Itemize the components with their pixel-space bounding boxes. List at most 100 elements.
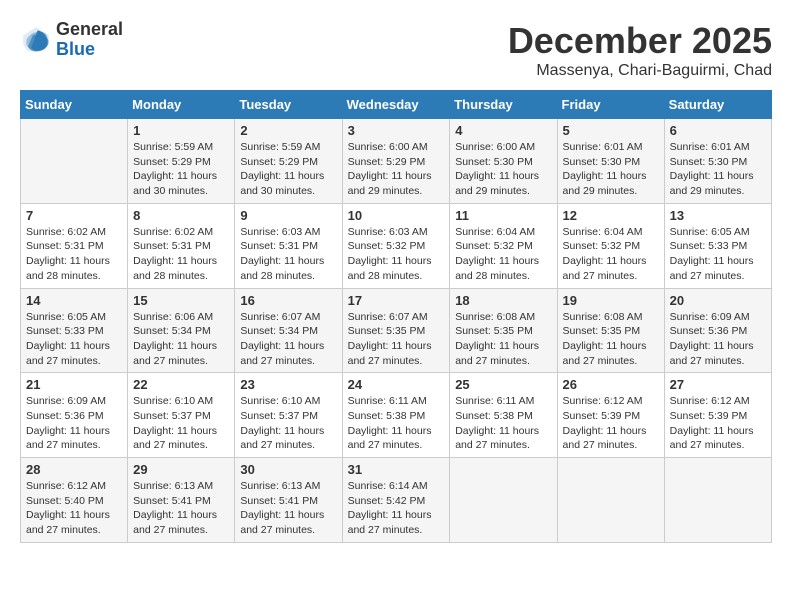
calendar-week-row: 21Sunrise: 6:09 AM Sunset: 5:36 PM Dayli…: [21, 373, 772, 458]
calendar-cell: 11 Sunrise: 6:04 AM Sunset: 5:32 PM Dayli…: [450, 203, 557, 288]
day-info: Sunrise: 6:01 AM Sunset: 5:30 PM Dayligh…: [563, 140, 659, 199]
day-info: Sunrise: 6:13 AM Sunset: 5:41 PM Dayligh…: [133, 479, 229, 538]
day-info: Sunrise: 6:11 AM Sunset: 5:38 PM Dayligh…: [348, 394, 445, 453]
calendar-cell: 15Sunrise: 6:06 AM Sunset: 5:34 PM Dayli…: [128, 288, 235, 373]
day-number: 27: [670, 377, 766, 392]
day-number: 11: [455, 208, 551, 223]
calendar-week-row: 28 Sunrise: 6:12 AM Sunset: 5:40 PM Dayli…: [21, 458, 772, 543]
header-row: SundayMondayTuesdayWednesdayThursdayFrid…: [21, 91, 772, 119]
day-info: Sunrise: 6:04 AM Sunset: 5:32 PM Dayligh…: [455, 225, 551, 284]
calendar-cell: 16 Sunrise: 6:07 AM Sunset: 5:34 PM Dayli…: [235, 288, 342, 373]
calendar-cell: [557, 458, 664, 543]
calendar-cell: 5 Sunrise: 6:01 AM Sunset: 5:30 PM Daylig…: [557, 119, 664, 204]
calendar-cell: [664, 458, 771, 543]
day-number: 17: [348, 293, 445, 308]
day-number: 25: [455, 377, 551, 392]
day-info: Sunrise: 6:12 AM Sunset: 5:40 PM Dayligh…: [26, 479, 122, 538]
calendar-cell: 23 Sunrise: 6:10 AM Sunset: 5:37 PM Dayli…: [235, 373, 342, 458]
weekday-header: Sunday: [21, 91, 128, 119]
calendar-cell: 21Sunrise: 6:09 AM Sunset: 5:36 PM Dayli…: [21, 373, 128, 458]
day-number: 28: [26, 462, 122, 477]
day-number: 1: [133, 123, 229, 138]
calendar-cell: 14 Sunrise: 6:05 AM Sunset: 5:33 PM Dayli…: [21, 288, 128, 373]
calendar-cell: 28 Sunrise: 6:12 AM Sunset: 5:40 PM Dayli…: [21, 458, 128, 543]
calendar-cell: 26Sunrise: 6:12 AM Sunset: 5:39 PM Dayli…: [557, 373, 664, 458]
calendar-cell: 31 Sunrise: 6:14 AM Sunset: 5:42 PM Dayli…: [342, 458, 450, 543]
weekday-header: Friday: [557, 91, 664, 119]
calendar-body: 1 Sunrise: 5:59 AM Sunset: 5:29 PM Daylig…: [21, 119, 772, 543]
location-title: Massenya, Chari-Baguirmi, Chad: [508, 62, 772, 80]
day-number: 24: [348, 377, 445, 392]
day-number: 29: [133, 462, 229, 477]
day-number: 7: [26, 208, 122, 223]
calendar-cell: 12 Sunrise: 6:04 AM Sunset: 5:32 PM Dayli…: [557, 203, 664, 288]
day-info: Sunrise: 6:11 AM Sunset: 5:38 PM Dayligh…: [455, 394, 551, 453]
calendar-week-row: 7 Sunrise: 6:02 AM Sunset: 5:31 PM Daylig…: [21, 203, 772, 288]
weekday-header: Tuesday: [235, 91, 342, 119]
calendar-table: SundayMondayTuesdayWednesdayThursdayFrid…: [20, 90, 772, 543]
day-number: 8: [133, 208, 229, 223]
day-info: Sunrise: 6:02 AM Sunset: 5:31 PM Dayligh…: [133, 225, 229, 284]
page-header: General Blue December 2025 Massenya, Cha…: [20, 20, 772, 80]
day-number: 31: [348, 462, 445, 477]
day-info: Sunrise: 6:10 AM Sunset: 5:37 PM Dayligh…: [240, 394, 336, 453]
month-title: December 2025: [508, 20, 772, 62]
day-number: 9: [240, 208, 336, 223]
calendar-cell: 10 Sunrise: 6:03 AM Sunset: 5:32 PM Dayli…: [342, 203, 450, 288]
day-info: Sunrise: 6:07 AM Sunset: 5:35 PM Dayligh…: [348, 310, 445, 369]
day-number: 16: [240, 293, 336, 308]
day-info: Sunrise: 6:03 AM Sunset: 5:31 PM Dayligh…: [240, 225, 336, 284]
day-info: Sunrise: 6:09 AM Sunset: 5:36 PM Dayligh…: [670, 310, 766, 369]
calendar-header: SundayMondayTuesdayWednesdayThursdayFrid…: [21, 91, 772, 119]
calendar-cell: 22 Sunrise: 6:10 AM Sunset: 5:37 PM Dayli…: [128, 373, 235, 458]
calendar-cell: 9 Sunrise: 6:03 AM Sunset: 5:31 PM Daylig…: [235, 203, 342, 288]
day-info: Sunrise: 6:05 AM Sunset: 5:33 PM Dayligh…: [670, 225, 766, 284]
day-number: 13: [670, 208, 766, 223]
day-number: 18: [455, 293, 551, 308]
day-info: Sunrise: 6:03 AM Sunset: 5:32 PM Dayligh…: [348, 225, 445, 284]
calendar-cell: 27 Sunrise: 6:12 AM Sunset: 5:39 PM Dayli…: [664, 373, 771, 458]
calendar-cell: 18Sunrise: 6:08 AM Sunset: 5:35 PM Dayli…: [450, 288, 557, 373]
calendar-cell: 20 Sunrise: 6:09 AM Sunset: 5:36 PM Dayli…: [664, 288, 771, 373]
calendar-cell: [21, 119, 128, 204]
day-info: Sunrise: 6:12 AM Sunset: 5:39 PM Dayligh…: [670, 394, 766, 453]
day-info: Sunrise: 6:10 AM Sunset: 5:37 PM Dayligh…: [133, 394, 229, 453]
day-number: 23: [240, 377, 336, 392]
calendar-cell: 19Sunrise: 6:08 AM Sunset: 5:35 PM Dayli…: [557, 288, 664, 373]
day-number: 12: [563, 208, 659, 223]
calendar-cell: 13 Sunrise: 6:05 AM Sunset: 5:33 PM Dayli…: [664, 203, 771, 288]
day-info: Sunrise: 5:59 AM Sunset: 5:29 PM Dayligh…: [133, 140, 229, 199]
calendar-cell: 6Sunrise: 6:01 AM Sunset: 5:30 PM Daylig…: [664, 119, 771, 204]
calendar-cell: 29 Sunrise: 6:13 AM Sunset: 5:41 PM Dayli…: [128, 458, 235, 543]
day-number: 14: [26, 293, 122, 308]
weekday-header: Monday: [128, 91, 235, 119]
calendar-cell: 1 Sunrise: 5:59 AM Sunset: 5:29 PM Daylig…: [128, 119, 235, 204]
calendar-cell: 7 Sunrise: 6:02 AM Sunset: 5:31 PM Daylig…: [21, 203, 128, 288]
day-info: Sunrise: 6:07 AM Sunset: 5:34 PM Dayligh…: [240, 310, 336, 369]
day-info: Sunrise: 6:00 AM Sunset: 5:29 PM Dayligh…: [348, 140, 445, 199]
day-number: 10: [348, 208, 445, 223]
day-number: 22: [133, 377, 229, 392]
day-info: Sunrise: 6:02 AM Sunset: 5:31 PM Dayligh…: [26, 225, 122, 284]
day-info: Sunrise: 6:04 AM Sunset: 5:32 PM Dayligh…: [563, 225, 659, 284]
day-number: 15: [133, 293, 229, 308]
calendar-week-row: 1 Sunrise: 5:59 AM Sunset: 5:29 PM Daylig…: [21, 119, 772, 204]
day-info: Sunrise: 6:05 AM Sunset: 5:33 PM Dayligh…: [26, 310, 122, 369]
day-info: Sunrise: 6:14 AM Sunset: 5:42 PM Dayligh…: [348, 479, 445, 538]
calendar-cell: 24 Sunrise: 6:11 AM Sunset: 5:38 PM Dayli…: [342, 373, 450, 458]
calendar-cell: 3 Sunrise: 6:00 AM Sunset: 5:29 PM Daylig…: [342, 119, 450, 204]
day-info: Sunrise: 6:13 AM Sunset: 5:41 PM Dayligh…: [240, 479, 336, 538]
day-number: 4: [455, 123, 551, 138]
weekday-header: Wednesday: [342, 91, 450, 119]
day-number: 3: [348, 123, 445, 138]
day-number: 20: [670, 293, 766, 308]
day-number: 5: [563, 123, 659, 138]
day-number: 6: [670, 123, 766, 138]
day-info: Sunrise: 5:59 AM Sunset: 5:29 PM Dayligh…: [240, 140, 336, 199]
day-info: Sunrise: 6:12 AM Sunset: 5:39 PM Dayligh…: [563, 394, 659, 453]
calendar-cell: 25 Sunrise: 6:11 AM Sunset: 5:38 PM Dayli…: [450, 373, 557, 458]
calendar-cell: [450, 458, 557, 543]
calendar-cell: 8 Sunrise: 6:02 AM Sunset: 5:31 PM Daylig…: [128, 203, 235, 288]
day-number: 19: [563, 293, 659, 308]
calendar-cell: 30Sunrise: 6:13 AM Sunset: 5:41 PM Dayli…: [235, 458, 342, 543]
